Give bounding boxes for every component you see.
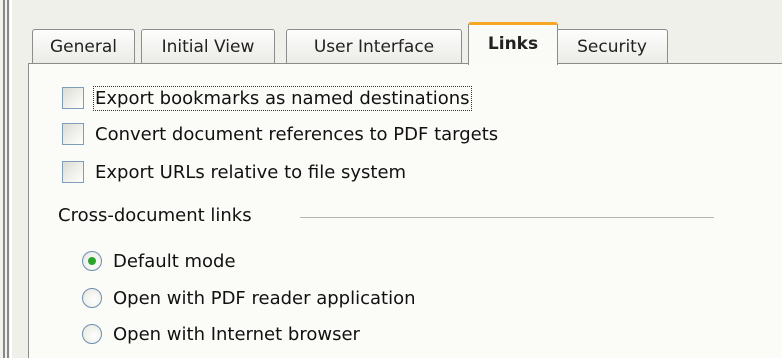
tab-general[interactable]: General <box>32 29 135 63</box>
cross-document-links-heading: Cross-document links <box>58 205 252 226</box>
open-with-browser-radio[interactable] <box>82 324 102 344</box>
open-with-browser-label: Open with Internet browser <box>113 323 360 345</box>
default-mode-radio[interactable] <box>82 251 102 271</box>
tab-initial-view[interactable]: Initial View <box>141 29 275 63</box>
edge-line <box>7 0 9 358</box>
export-urls-relative-label: Export URLs relative to file system <box>95 161 407 183</box>
export-urls-relative-checkbox[interactable] <box>62 161 84 183</box>
open-with-pdf-reader-radio[interactable] <box>82 288 102 308</box>
tab-user-interface[interactable]: User Interface <box>286 29 462 63</box>
tab-links[interactable]: Links <box>468 22 558 65</box>
export-urls-relative-option[interactable]: Export URLs relative to file system <box>62 159 406 185</box>
open-with-pdf-reader-option[interactable]: Open with PDF reader application <box>82 285 416 311</box>
window-left-edge <box>0 0 10 358</box>
open-with-browser-option[interactable]: Open with Internet browser <box>82 321 360 347</box>
tab-security[interactable]: Security <box>556 29 668 63</box>
export-bookmarks-option[interactable]: Export bookmarks as named destinations <box>62 85 472 111</box>
convert-references-option[interactable]: Convert document references to PDF targe… <box>62 121 498 147</box>
export-bookmarks-checkbox[interactable] <box>62 87 84 109</box>
default-mode-option[interactable]: Default mode <box>82 248 236 274</box>
default-mode-label: Default mode <box>113 250 236 272</box>
group-divider <box>300 217 714 218</box>
open-with-pdf-reader-label: Open with PDF reader application <box>113 287 416 309</box>
convert-references-label: Convert document references to PDF targe… <box>95 123 499 145</box>
edge-line <box>3 0 5 358</box>
convert-references-checkbox[interactable] <box>62 123 84 145</box>
export-bookmarks-label: Export bookmarks as named destinations <box>93 85 472 111</box>
